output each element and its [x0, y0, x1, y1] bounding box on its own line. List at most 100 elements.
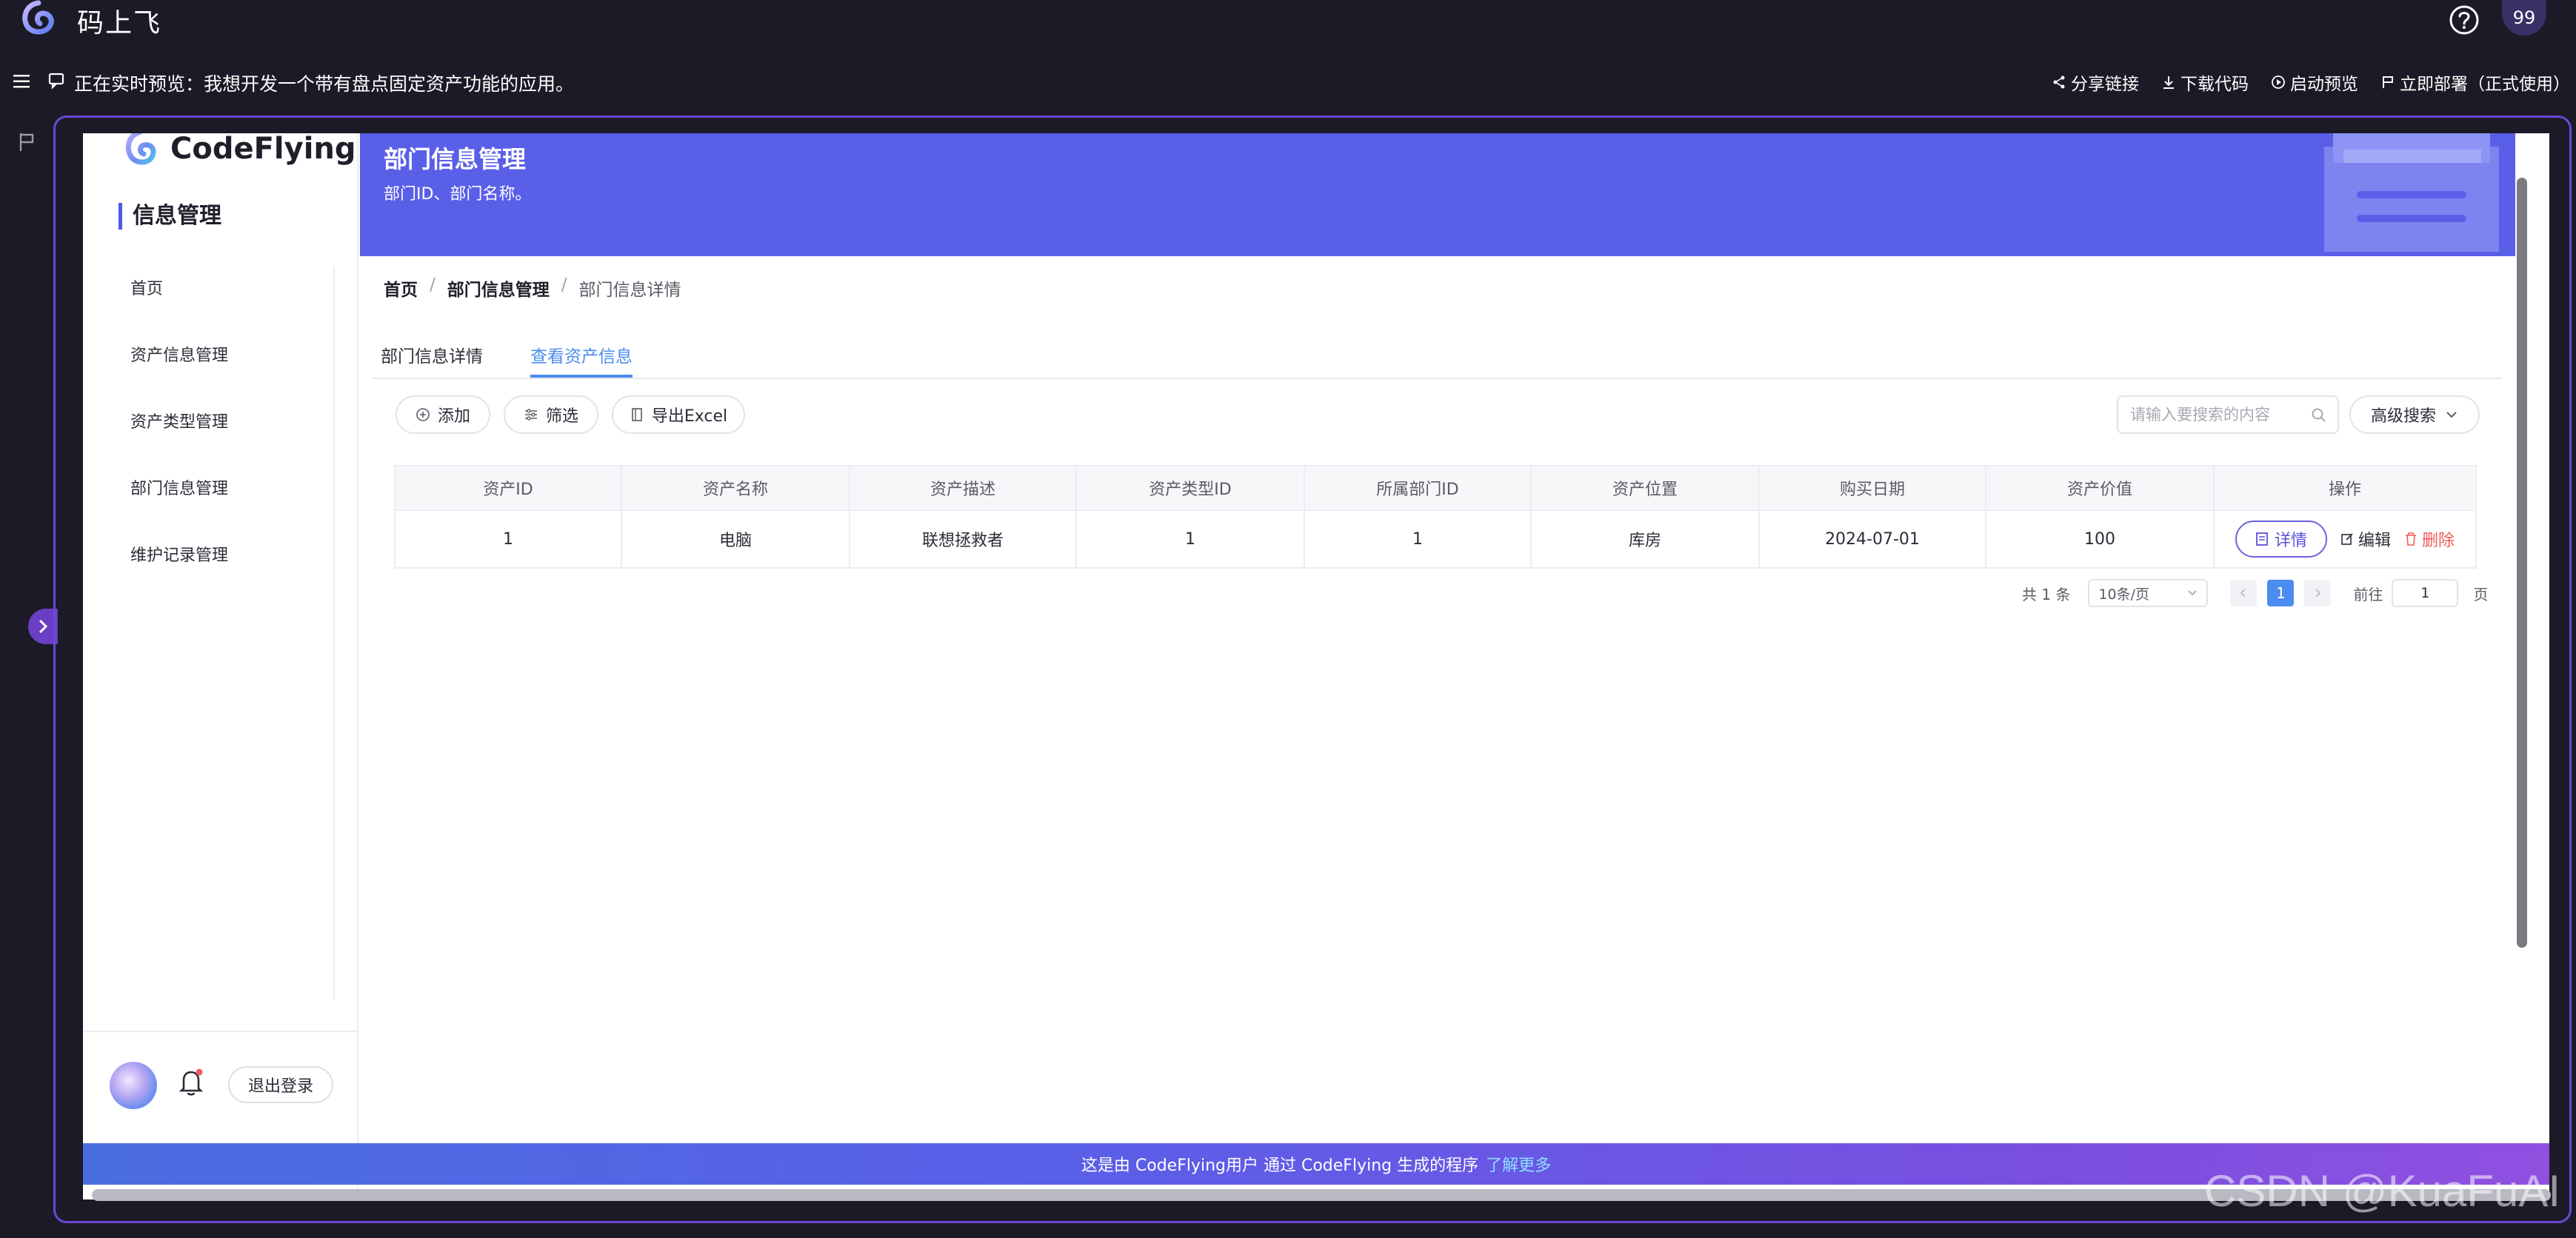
- bell-icon[interactable]: [178, 1068, 204, 1097]
- next-page-button[interactable]: [2304, 580, 2332, 606]
- app-preview-frame: CodeFlying 信息管理 首页 资产信息管理 资产类型管理 部门信息管理 …: [83, 133, 2549, 1199]
- page-number[interactable]: 1: [2267, 580, 2295, 606]
- codeflying-logo-icon: [125, 133, 156, 165]
- edit-label: 编辑: [2358, 532, 2391, 550]
- row-actions: 详情 编辑 删除: [2215, 511, 2475, 567]
- table-cell: 1: [396, 511, 622, 567]
- table-cell: 100: [1986, 511, 2215, 567]
- sidebar-item-department[interactable]: 部门信息管理: [130, 475, 228, 499]
- column-header: 操作: [2328, 481, 2361, 499]
- asset-table: 资产ID 资产名称 资产描述 资产类型ID 所属部门ID 资产位置 购买日期 资…: [394, 465, 2477, 569]
- page-size-select[interactable]: 10条/页: [2088, 579, 2209, 607]
- app-title: 码上飞: [77, 8, 162, 39]
- filter-button[interactable]: 筛选: [504, 395, 598, 434]
- table-cell: 库房: [1532, 511, 1760, 567]
- filter-icon: [524, 409, 537, 421]
- deploy-label: 立即部署（正式使用）: [2400, 75, 2570, 94]
- avatar[interactable]: [110, 1062, 157, 1109]
- file-icon: [632, 408, 642, 421]
- start-preview-label: 启动预览: [2290, 75, 2358, 94]
- chat-icon: [48, 73, 64, 90]
- preview-actions: 分享链接 下载代码 启动预览 立即部署（正式使用）: [2052, 70, 2570, 95]
- download-icon: [2163, 76, 2174, 89]
- tab-bar: 部门信息详情 查看资产信息: [372, 341, 2502, 379]
- table-cell: 联想拯救者: [850, 511, 1077, 567]
- export-label: 导出Excel: [651, 407, 728, 426]
- prev-page-button[interactable]: [2230, 580, 2258, 606]
- tab-view-assets[interactable]: 查看资产信息: [530, 342, 633, 378]
- filter-label: 筛选: [545, 407, 578, 426]
- sidebar: CodeFlying 信息管理 首页 资产信息管理 资产类型管理 部门信息管理 …: [83, 133, 358, 1199]
- delete-label: 删除: [2422, 532, 2455, 550]
- user-avatar-badge[interactable]: 99: [2502, 0, 2546, 36]
- delete-button[interactable]: 删除: [2404, 527, 2455, 551]
- page-title: 部门信息管理: [384, 145, 527, 173]
- advanced-search-button[interactable]: 高级搜索: [2349, 395, 2480, 434]
- top-bar: 码上飞 99: [0, 0, 2576, 40]
- advanced-search-label: 高级搜索: [2370, 407, 2436, 426]
- flag-icon[interactable]: [15, 130, 39, 154]
- sidebar-item-asset-type[interactable]: 资产类型管理: [130, 409, 228, 432]
- goto-page-input[interactable]: [2392, 579, 2459, 607]
- column-header[interactable]: 所属部门ID: [1305, 466, 1532, 509]
- chevron-right-icon: [39, 619, 48, 634]
- search-icon[interactable]: [2311, 407, 2327, 424]
- play-icon: [2272, 76, 2285, 89]
- flag-icon: [2383, 76, 2393, 88]
- column-header[interactable]: 资产价值: [1986, 466, 2215, 509]
- add-button[interactable]: 添加: [396, 395, 490, 434]
- table-row: 1 电脑 联想拯救者 1 1 库房 2024-07-01 100 详情 编辑 删…: [396, 511, 2475, 567]
- logout-button[interactable]: 退出登录: [228, 1066, 333, 1103]
- menu-icon[interactable]: [12, 73, 33, 90]
- start-preview-button[interactable]: 启动预览: [2271, 70, 2358, 95]
- deploy-button[interactable]: 立即部署（正式使用）: [2380, 70, 2570, 95]
- chevron-down-icon: [2446, 412, 2457, 418]
- breadcrumb-separator: /: [561, 275, 567, 295]
- chevron-down-icon: [2188, 590, 2198, 596]
- search-input[interactable]: [2130, 406, 2308, 424]
- share-link-button[interactable]: 分享链接: [2052, 70, 2139, 95]
- column-header[interactable]: 资产描述: [850, 466, 1077, 509]
- sidebar-item-home[interactable]: 首页: [130, 275, 163, 299]
- table-header: 资产ID 资产名称 资产描述 资产类型ID 所属部门ID 资产位置 购买日期 资…: [396, 466, 2475, 511]
- add-label: 添加: [437, 407, 470, 426]
- detail-label: 详情: [2274, 532, 2307, 550]
- breadcrumb-department[interactable]: 部门信息管理: [447, 275, 550, 301]
- page-size-value: 10条/页: [2098, 586, 2150, 603]
- plus-circle-icon: [416, 408, 430, 421]
- help-icon[interactable]: [2449, 4, 2480, 36]
- sidebar-item-maintenance[interactable]: 维护记录管理: [130, 542, 228, 566]
- search-field[interactable]: [2117, 395, 2339, 434]
- column-header[interactable]: 资产类型ID: [1077, 466, 1305, 509]
- preview-bar: 正在实时预览：我想开发一个带有盘点固定资产功能的应用。 分享链接 下载代码 启动…: [0, 64, 2576, 98]
- download-code-button[interactable]: 下载代码: [2161, 70, 2249, 95]
- sidebar-item-asset-info[interactable]: 资产信息管理: [130, 342, 228, 366]
- trash-icon: [2406, 532, 2416, 546]
- horizontal-scrollbar[interactable]: [92, 1189, 2551, 1201]
- page-subtitle: 部门ID、部门名称。: [384, 185, 532, 204]
- column-header[interactable]: 资产ID: [396, 466, 622, 509]
- goto-suffix: 页: [2473, 585, 2489, 603]
- brand: CodeFlying: [120, 133, 356, 167]
- vertical-scrollbar[interactable]: [2517, 178, 2527, 948]
- preview-status-text: 正在实时预览：我想开发一个带有盘点固定资产功能的应用。: [74, 73, 575, 95]
- pagination: 共 1 条 10条/页 1 前往 页: [2022, 579, 2488, 607]
- column-header[interactable]: 资产位置: [1532, 466, 1760, 509]
- table-cell: 电脑: [622, 511, 850, 567]
- column-header[interactable]: 资产名称: [622, 466, 850, 509]
- edit-icon: [2341, 533, 2353, 545]
- page-header-banner: 部门信息管理 部门ID、部门名称。: [360, 133, 2515, 256]
- breadcrumb-home[interactable]: 首页: [384, 275, 418, 301]
- table-cell: 1: [1305, 511, 1532, 567]
- download-code-label: 下载代码: [2180, 75, 2249, 94]
- export-excel-button[interactable]: 导出Excel: [612, 395, 745, 434]
- learn-more-link[interactable]: 了解更多: [1486, 1152, 1551, 1176]
- breadcrumb-current: 部门信息详情: [578, 281, 681, 300]
- watermark: CSDN @KuaFuAI: [2204, 1166, 2561, 1216]
- edit-button[interactable]: 编辑: [2340, 527, 2391, 551]
- breadcrumb: 首页 / 部门信息管理 / 部门信息详情: [384, 275, 681, 301]
- detail-button[interactable]: 详情: [2235, 521, 2327, 558]
- app-logo-icon: [22, 0, 54, 35]
- column-header[interactable]: 购买日期: [1760, 466, 1986, 509]
- tab-department-detail[interactable]: 部门信息详情: [381, 342, 483, 367]
